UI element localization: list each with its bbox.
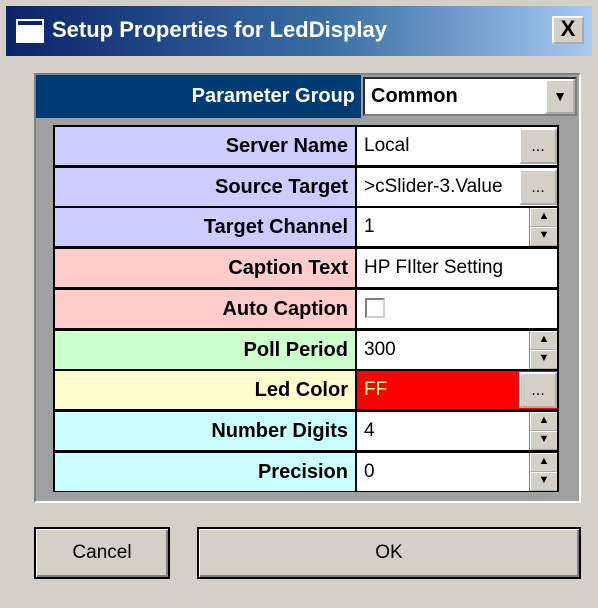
property-row-caption-text: Caption Text HP FIlter Setting [55, 249, 557, 288]
window-title: Setup Properties for LedDisplay [52, 17, 387, 42]
property-label-source-target: Source Target [55, 168, 355, 206]
property-value-target-channel[interactable]: 1 ▲ ▼ [357, 208, 557, 246]
property-row-target-channel: Target Channel 1 ▲ ▼ [55, 208, 557, 247]
spinner-up-icon[interactable]: ▲ [530, 331, 557, 350]
property-value-text: >cSlider-3.Value [364, 176, 503, 197]
property-value-text: 4 [364, 420, 375, 441]
spinner-down-icon[interactable]: ▼ [530, 472, 557, 491]
property-row-number-digits: Number Digits 4 ▲ ▼ [55, 412, 557, 451]
close-button[interactable]: X [552, 16, 584, 44]
property-row-poll-period: Poll Period 300 ▲ ▼ [55, 331, 557, 370]
spinner-up-icon[interactable]: ▲ [530, 412, 557, 431]
property-label-server-name: Server Name [55, 127, 355, 165]
property-value-text: Local [364, 135, 410, 156]
property-value-text: FF [364, 379, 388, 400]
property-row-source-target: Source Target >cSlider-3.Value... [55, 168, 557, 207]
spinner-up-icon[interactable]: ▲ [530, 453, 557, 472]
parameter-group-label: Parameter Group [36, 75, 361, 118]
property-value-precision[interactable]: 0 ▲ ▼ [357, 453, 557, 491]
property-value-source-target[interactable]: >cSlider-3.Value... [357, 168, 557, 206]
spinner: ▲ ▼ [529, 208, 557, 246]
auto-caption-checkbox[interactable] [365, 298, 385, 318]
spinner: ▲ ▼ [529, 412, 557, 450]
property-value-text: 0 [364, 461, 375, 482]
property-row-auto-caption: Auto Caption [55, 290, 557, 329]
window-icon [16, 19, 44, 43]
spinner-down-icon[interactable]: ▼ [530, 227, 557, 246]
spinner-down-icon[interactable]: ▼ [530, 350, 557, 369]
title-bar[interactable]: Setup Properties for LedDisplay X [6, 6, 592, 56]
property-label-led-color: Led Color [55, 371, 355, 409]
spinner-up-icon[interactable]: ▲ [530, 208, 557, 227]
spinner: ▲ ▼ [529, 331, 557, 369]
browse-button[interactable]: ... [519, 372, 557, 408]
browse-button[interactable]: ... [519, 128, 557, 164]
property-value-text: HP FIlter Setting [364, 257, 504, 278]
property-label-precision: Precision [55, 453, 355, 491]
property-grid: Server Name Local... Source Target >cSlider… [53, 125, 559, 492]
property-label-number-digits: Number Digits [55, 412, 355, 450]
property-label-auto-caption: Auto Caption [55, 290, 355, 328]
browse-button[interactable]: ... [519, 169, 557, 205]
property-value-caption-text[interactable]: HP FIlter Setting [357, 249, 557, 287]
property-row-server-name: Server Name Local... [55, 127, 557, 166]
spinner: ▲ ▼ [529, 453, 557, 491]
property-value-text: 300 [364, 339, 396, 360]
spinner-down-icon[interactable]: ▼ [530, 431, 557, 450]
property-value-poll-period[interactable]: 300 ▲ ▼ [357, 331, 557, 369]
parameter-group-value: Common [371, 85, 458, 107]
cancel-button[interactable]: Cancel [34, 527, 170, 579]
property-label-target-channel: Target Channel [55, 208, 355, 246]
property-row-led-color: Led Color FF... [55, 371, 557, 410]
property-value-server-name[interactable]: Local... [357, 127, 557, 165]
parameter-group-select[interactable]: Common ▼ [363, 77, 577, 116]
property-label-caption-text: Caption Text [55, 249, 355, 287]
property-label-poll-period: Poll Period [55, 331, 355, 369]
property-value-led-color[interactable]: FF... [357, 371, 557, 409]
chevron-down-icon[interactable]: ▼ [545, 79, 575, 114]
property-value-text: 1 [364, 216, 375, 237]
property-row-precision: Precision 0 ▲ ▼ [55, 453, 557, 492]
property-value-number-digits[interactable]: 4 ▲ ▼ [357, 412, 557, 450]
setup-properties-dialog: Setup Properties for LedDisplay X Parame… [0, 0, 598, 608]
property-value-auto-caption[interactable] [357, 290, 557, 328]
ok-button[interactable]: OK [197, 527, 581, 579]
